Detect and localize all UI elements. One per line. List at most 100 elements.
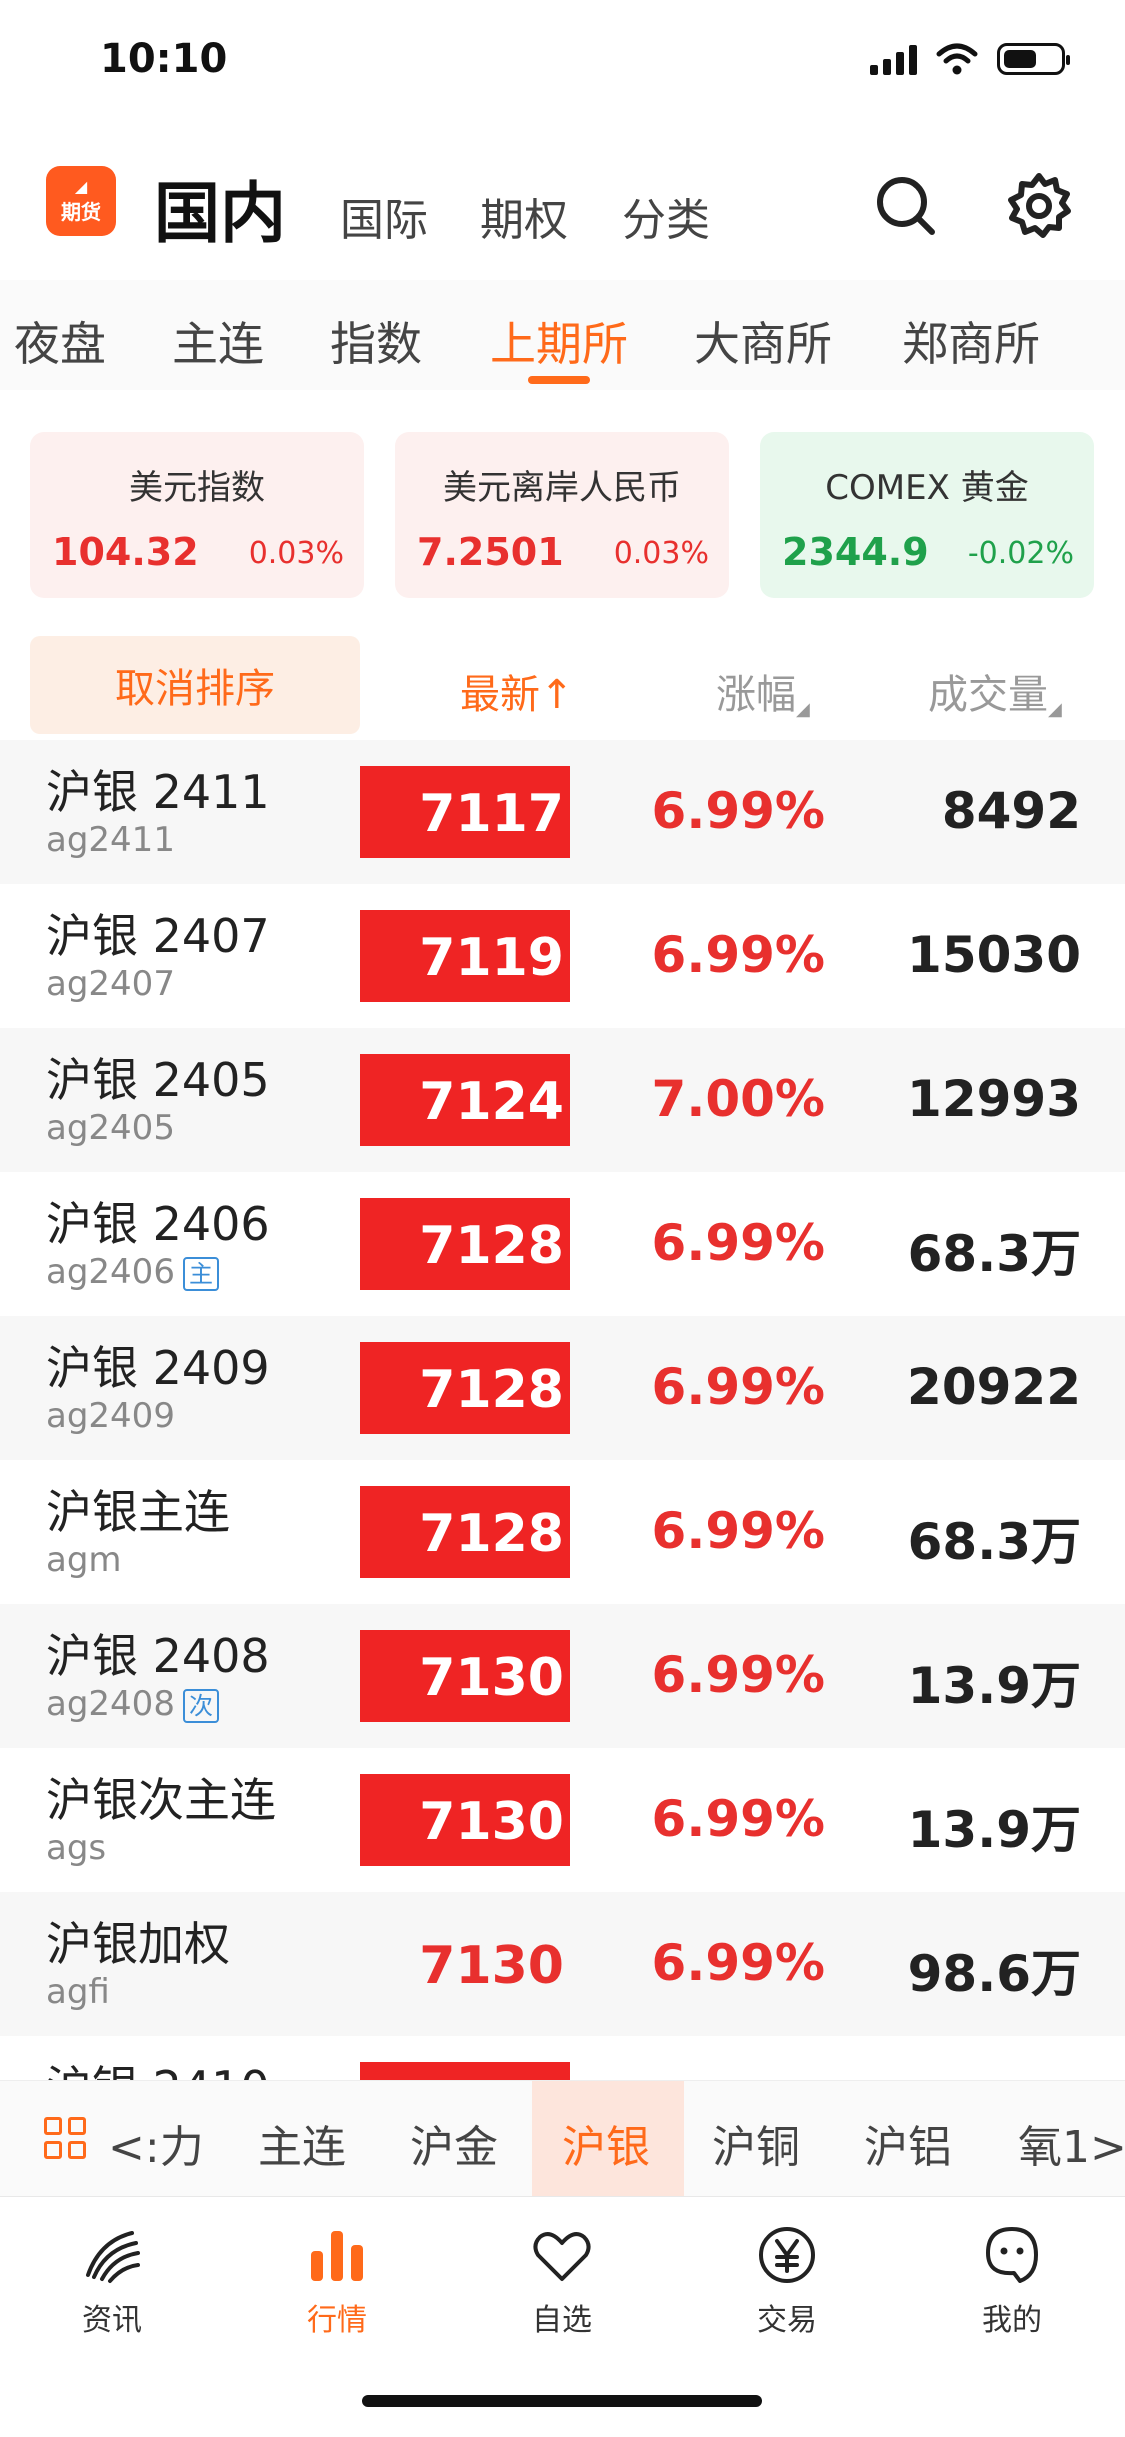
grid-menu-icon[interactable] — [44, 2117, 88, 2161]
volume: 68.3万 — [907, 1513, 1081, 1571]
quote-row[interactable]: 沪银主连 agm 7128 6.99% 68.3万 — [0, 1460, 1125, 1604]
change-percent: 6.99% — [651, 1502, 825, 1560]
sort-latest-header[interactable]: 最新↑ — [460, 662, 574, 720]
quote-row[interactable]: 沪银 2407 ag2407 7119 6.99% 15030 — [0, 884, 1125, 1028]
change-percent: 6.99% — [651, 1358, 825, 1416]
futures-logo[interactable]: ◢ 期货 — [46, 166, 116, 236]
index-card-comex-gold[interactable]: COMEX 黄金 2344.9 -0.02% — [760, 432, 1094, 598]
settings-gear-icon[interactable] — [1004, 170, 1074, 240]
contract-name: 沪银加权 — [46, 1917, 230, 1971]
sort-triangle-icon: ◢ — [796, 699, 810, 720]
status-icons — [870, 42, 1070, 76]
index-card-value: 2344.9 — [782, 530, 929, 574]
price-box: 7128 — [360, 1486, 570, 1578]
tab-trade-label: 交易 — [757, 2303, 817, 2338]
index-card-usd[interactable]: 美元指数 104.32 0.03% — [30, 432, 364, 598]
price-box: 7128 — [360, 1342, 570, 1434]
tab-watchlist[interactable]: 自选 — [482, 2223, 642, 2339]
price-box: 7130 — [360, 1630, 570, 1722]
variety-next[interactable]: 氧1> — [1018, 2111, 1125, 2175]
volume: 98.6万 — [907, 1945, 1081, 2003]
quote-row[interactable]: 沪银 2408 ag2408 次 7130 6.99% 13.9万 — [0, 1604, 1125, 1748]
tab-main-continuous[interactable]: 主连 — [172, 308, 264, 374]
latest-price: 7130 — [419, 1648, 564, 1708]
latest-price: 7130 — [419, 1792, 564, 1852]
volume: 20922 — [907, 1358, 1081, 1416]
price-box: 7128 — [360, 1198, 570, 1290]
top-header: ◢ 期货 国内 国际 期权 分类 — [0, 150, 1125, 260]
latest-price: 7119 — [419, 928, 564, 988]
contract-code: ag2408 — [46, 1684, 175, 1724]
quote-row[interactable]: 沪银 2405 ag2405 7124 7.00% 12993 — [0, 1028, 1125, 1172]
cancel-sort-button[interactable]: 取消排序 — [30, 636, 360, 734]
index-card-cnh[interactable]: 美元离岸人民币 7.2501 0.03% — [395, 432, 729, 598]
quote-row[interactable]: 沪银 2409 ag2409 7128 6.99% 20922 — [0, 1316, 1125, 1460]
tab-options[interactable]: 期权 — [480, 184, 568, 248]
sort-volume-header[interactable]: 成交量◢ — [928, 662, 1062, 720]
variety-copper[interactable]: 沪铜 — [712, 2111, 800, 2175]
contract-code: ag2411 — [46, 820, 175, 860]
tab-market-label: 行情 — [307, 2303, 367, 2338]
quote-row[interactable]: 沪银 2406 ag2406 主 7128 6.99% 68.3万 — [0, 1172, 1125, 1316]
profile-face-icon — [986, 2227, 1038, 2283]
contract-code: ag2405 — [46, 1108, 175, 1148]
heart-icon — [533, 2232, 591, 2281]
tab-news[interactable]: 资讯 — [32, 2223, 192, 2339]
search-icon[interactable] — [870, 170, 940, 240]
tab-profile[interactable]: 我的 — [932, 2223, 1092, 2339]
home-indicator[interactable] — [362, 2395, 762, 2407]
contract-name: 沪银 2408 — [46, 1629, 270, 1683]
change-percent: 6.99% — [651, 926, 825, 984]
signal-icon — [870, 43, 917, 75]
variety-prev[interactable]: <:力 — [108, 2111, 204, 2175]
quote-row[interactable]: 沪银次主连 ags 7130 6.99% 13.9万 — [0, 1748, 1125, 1892]
column-header: 取消排序 最新↑ 涨幅◢ 成交量◢ — [0, 630, 1125, 740]
variety-aluminum[interactable]: 沪铝 — [864, 2111, 952, 2175]
logo-text: 期货 — [61, 199, 101, 224]
secondary-contract-badge: 次 — [182, 1688, 219, 1723]
quote-row[interactable]: 沪银 2411 ag2411 7117 6.99% 8492 — [0, 740, 1125, 884]
tab-index[interactable]: 指数 — [330, 308, 422, 374]
news-icon — [86, 2231, 140, 2283]
tab-domestic[interactable]: 国内 — [154, 160, 286, 256]
tab-international[interactable]: 国际 — [340, 184, 428, 248]
tab-profile-label: 我的 — [982, 2303, 1042, 2338]
contract-code-with-tag: ag2406 主 — [46, 1252, 219, 1292]
quote-list: 沪银 2411 ag2411 7117 6.99% 8492 沪银 2407 a… — [0, 740, 1125, 2080]
volume: 68.3万 — [907, 1225, 1081, 1283]
quote-row[interactable]: 沪银加权 agfi 7130 6.99% 98.6万 — [0, 1892, 1125, 2036]
contract-code: agfi — [46, 1972, 110, 2012]
latest-price: 7128 — [419, 1504, 564, 1564]
price-box — [360, 2062, 570, 2080]
tab-trade[interactable]: 交易 — [707, 2223, 867, 2339]
variety-bar: <:力 主连 沪金 沪银 沪铜 沪铝 氧1> — [0, 2080, 1125, 2197]
quote-row[interactable]: 沪银 2410 — [0, 2036, 1125, 2080]
price-box: 7130 — [360, 1774, 570, 1866]
tab-czce[interactable]: 郑商所 — [902, 308, 1040, 374]
tab-dce[interactable]: 大商所 — [694, 308, 832, 374]
variety-gold[interactable]: 沪金 — [410, 2111, 498, 2175]
exchange-tabs: 夜盘 主连 指数 上期所 大商所 郑商所 — [0, 280, 1125, 390]
sort-change-header[interactable]: 涨幅◢ — [716, 662, 810, 720]
contract-name: 沪银 2406 — [46, 1197, 270, 1251]
variety-main-continuous[interactable]: 主连 — [258, 2111, 346, 2175]
latest-price: 7128 — [419, 1360, 564, 1420]
tab-news-label: 资讯 — [82, 2303, 142, 2338]
contract-code: ag2409 — [46, 1396, 175, 1436]
volume: 15030 — [907, 926, 1081, 984]
variety-silver[interactable]: 沪银 — [562, 2111, 650, 2175]
tab-category[interactable]: 分类 — [622, 184, 710, 248]
contract-name: 沪银主连 — [46, 1485, 230, 1539]
index-card-name: COMEX 黄金 — [825, 468, 1029, 508]
change-percent: 6.99% — [651, 1646, 825, 1704]
contract-name: 沪银 2410 — [46, 2052, 270, 2080]
bottom-tab-bar: 资讯 行情 自选 交易 我的 — [0, 2196, 1125, 2437]
tab-night-session[interactable]: 夜盘 — [14, 308, 106, 374]
volume: 12993 — [907, 1070, 1081, 1128]
volume-header-label: 成交量 — [928, 672, 1048, 718]
change-percent: 6.99% — [651, 782, 825, 840]
tab-shfe[interactable]: 上期所 — [490, 308, 628, 374]
tab-market[interactable]: 行情 — [257, 2223, 417, 2339]
tab-watchlist-label: 自选 — [532, 2303, 592, 2338]
main-contract-badge: 主 — [182, 1256, 219, 1291]
